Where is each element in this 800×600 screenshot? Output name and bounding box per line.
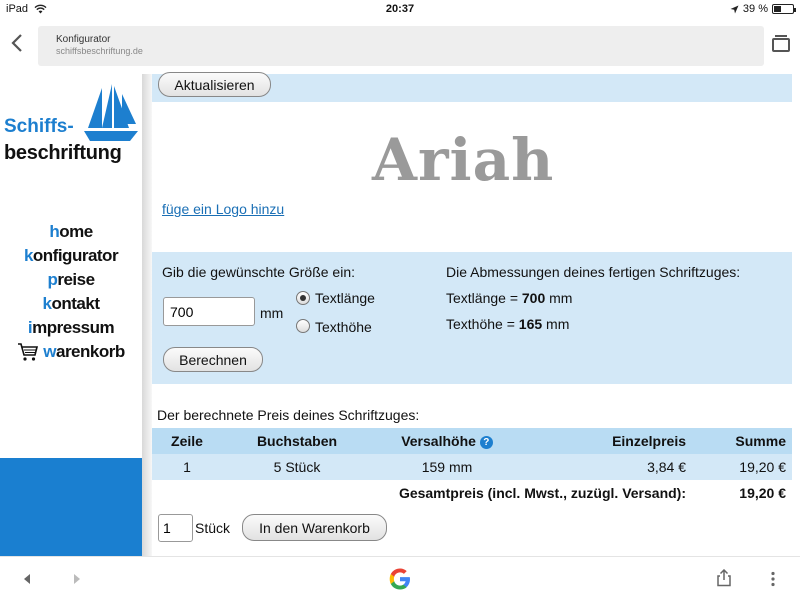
site-nav: home konfigurator preise kontakt impress… [0,220,142,364]
browser-toolbar: Konfigurator schiffsbeschriftung.de [0,18,800,74]
browser-bottom-toolbar [0,556,800,600]
nav-warenkorb[interactable]: warenkorb [0,340,142,364]
google-logo-icon[interactable] [386,565,414,593]
more-options-icon[interactable] [770,571,776,587]
sailboat-icon [84,84,138,141]
update-button[interactable]: Aktualisieren [158,72,271,97]
quantity-unit: Stück [195,520,231,536]
back-button[interactable] [10,32,32,58]
total-label: Gesamtpreis (incl. Mwst., zuzügl. Versan… [398,485,686,501]
sidebar-divider [142,74,152,556]
update-panel: Aktualisieren [152,72,792,102]
size-prompt: Gib die gewünschte Größe ein: [162,264,355,280]
forward-arrow-icon[interactable] [72,573,82,585]
lettering-preview: Ariah [372,126,555,194]
dimensions-title: Die Abmessungen deines fertigen Schriftz… [446,264,741,280]
col-buchstaben: Buchstaben [222,428,372,454]
radio-texthoehe[interactable] [296,319,310,333]
nav-konfigurator[interactable]: konfigurator [0,244,142,268]
calculate-button[interactable]: Berechnen [163,347,263,372]
status-right: 39 % [730,3,796,15]
col-einzelpreis: Einzelpreis [522,428,692,454]
size-input[interactable] [163,297,255,326]
logo-line1: Schiffs- [4,116,74,137]
table-row: 1 5 Stück 159 mm 3,84 € 19,20 € [152,454,792,480]
page-url: schiffsbeschriftung.de [56,46,143,56]
col-zeile: Zeile [152,428,222,454]
status-bar: iPad 20:37 39 % [0,0,800,18]
price-table-header: Zeile Buchstaben Versalhöhe ? Einzelprei… [152,428,792,454]
price-title: Der berechnete Preis deines Schriftzuges… [157,407,420,423]
col-versalhoehe: Versalhöhe ? [372,428,522,454]
sidebar-footer-block [0,458,142,556]
col-summe: Summe [692,428,792,454]
size-unit: mm [260,305,284,321]
configurator-main: Aktualisieren Ariah füge ein Logo hinzu … [152,72,800,556]
back-arrow-icon[interactable] [22,573,32,585]
nav-preise[interactable]: preise [0,268,142,292]
price-table: Zeile Buchstaben Versalhöhe ? Einzelprei… [152,428,792,506]
radio-texthoehe-label[interactable]: Texthöhe [315,319,372,335]
radio-textlaenge-label[interactable]: Textlänge [315,290,375,306]
chevron-left-icon [11,34,22,52]
dimension-height: Texthöhe = 165 mm [446,316,570,332]
battery-percent: 39 % [742,3,768,15]
size-panel: Gib die gewünschte Größe ein: mm Textlän… [152,252,792,384]
logo-line2: beschriftung [4,142,122,164]
nav-kontakt[interactable]: kontakt [0,292,142,316]
site-logo[interactable]: Schiffs- beschriftung [4,84,140,174]
total-value: 19,20 € [739,485,786,501]
tabs-icon[interactable] [772,35,790,52]
status-time: 20:37 [385,3,415,15]
help-icon[interactable]: ? [479,436,493,449]
page-title: Konfigurator [56,34,111,45]
radio-textlaenge[interactable] [296,291,310,305]
shopping-cart-icon [18,343,39,361]
nav-impressum[interactable]: impressum [0,316,142,340]
total-row: Gesamtpreis (incl. Mwst., zuzügl. Versan… [152,480,792,506]
address-bar[interactable]: Konfigurator schiffsbeschriftung.de [38,26,764,66]
quantity-input[interactable] [158,514,193,542]
add-to-cart-button[interactable]: In den Warenkorb [242,514,387,541]
location-arrow-icon [730,5,739,13]
dimension-length: Textlänge = 700 mm [446,290,573,306]
nav-home[interactable]: home [0,220,142,244]
add-logo-link[interactable]: füge ein Logo hinzu [162,201,284,217]
share-icon[interactable] [716,569,732,587]
battery-icon [772,4,796,14]
